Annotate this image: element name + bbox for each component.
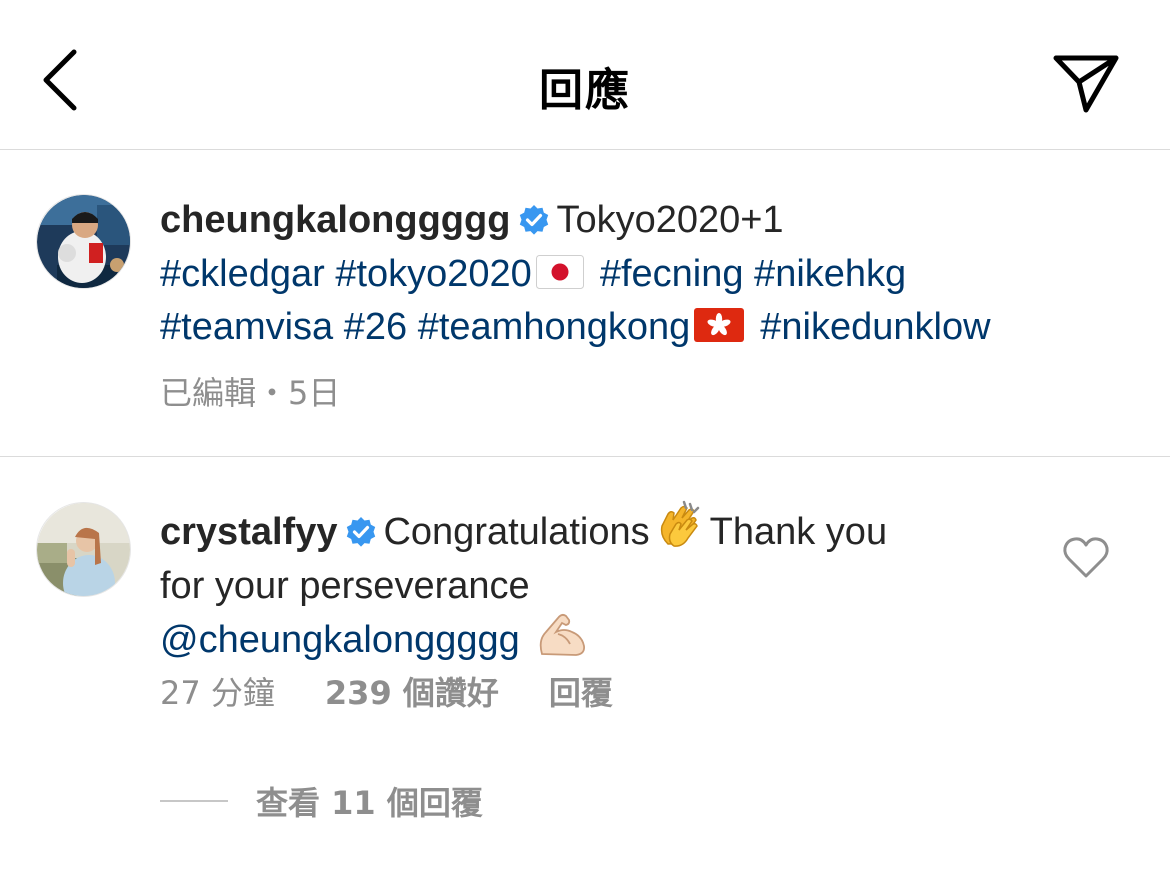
comment-text: Thank you bbox=[709, 511, 888, 553]
verified-badge-icon bbox=[518, 199, 550, 249]
comment-actions: 27 分鐘 239 個讚好 回覆 bbox=[160, 668, 613, 714]
caption-hashtags[interactable]: #fecning #nikehkg bbox=[600, 253, 906, 295]
top-bar: 回應 bbox=[0, 0, 1170, 150]
comment-timestamp: 27 分鐘 bbox=[160, 674, 275, 712]
likes-count-button[interactable]: 239 個讚好 bbox=[325, 668, 499, 714]
paper-plane-icon bbox=[1053, 55, 1119, 113]
caption-hashtags[interactable]: #ckledgar #tokyo2020 bbox=[160, 253, 532, 295]
post-caption: cheungkalonggggg Tokyo2020+1 #ckledgar #t… bbox=[160, 195, 1140, 355]
comment-mention[interactable]: @cheungkalonggggg bbox=[160, 619, 520, 661]
comment-body: crystalfyy Congratulations Thank you for y… bbox=[160, 500, 1040, 670]
share-button[interactable] bbox=[1048, 48, 1124, 118]
caption-text: Tokyo2020+1 bbox=[556, 199, 784, 241]
view-replies-button[interactable]: 查看 11 個回覆 bbox=[160, 778, 483, 824]
clapping-hands-emoji bbox=[654, 500, 706, 562]
view-replies-label: 查看 11 個回覆 bbox=[256, 784, 483, 822]
caption-hashtags[interactable]: #nikedunklow bbox=[760, 306, 990, 348]
divider-line bbox=[160, 800, 228, 802]
comment-username[interactable]: crystalfyy bbox=[160, 511, 337, 553]
reply-button[interactable]: 回覆 bbox=[549, 668, 613, 714]
heart-icon bbox=[1063, 537, 1109, 578]
caption-hashtags[interactable]: #teamvisa #26 #teamhongkong bbox=[160, 306, 690, 348]
divider bbox=[0, 456, 1170, 457]
caption-meta: 已編輯・5日 bbox=[160, 374, 341, 412]
avatar-photo-woman bbox=[37, 503, 130, 596]
verified-badge-icon bbox=[345, 512, 377, 560]
japan-flag-icon bbox=[535, 252, 584, 302]
like-button[interactable] bbox=[1062, 536, 1110, 580]
comment-text: Congratulations bbox=[383, 511, 650, 553]
comment-avatar[interactable] bbox=[36, 502, 131, 597]
avatar-photo-fencer bbox=[37, 195, 130, 288]
page-title: 回應 bbox=[539, 65, 631, 116]
hong-kong-flag-icon bbox=[694, 305, 745, 355]
flexed-biceps-emoji bbox=[536, 610, 588, 670]
caption-avatar[interactable] bbox=[36, 194, 131, 289]
comment-text: for your perseverance bbox=[160, 565, 530, 607]
caption-username[interactable]: cheungkalonggggg bbox=[160, 199, 510, 241]
